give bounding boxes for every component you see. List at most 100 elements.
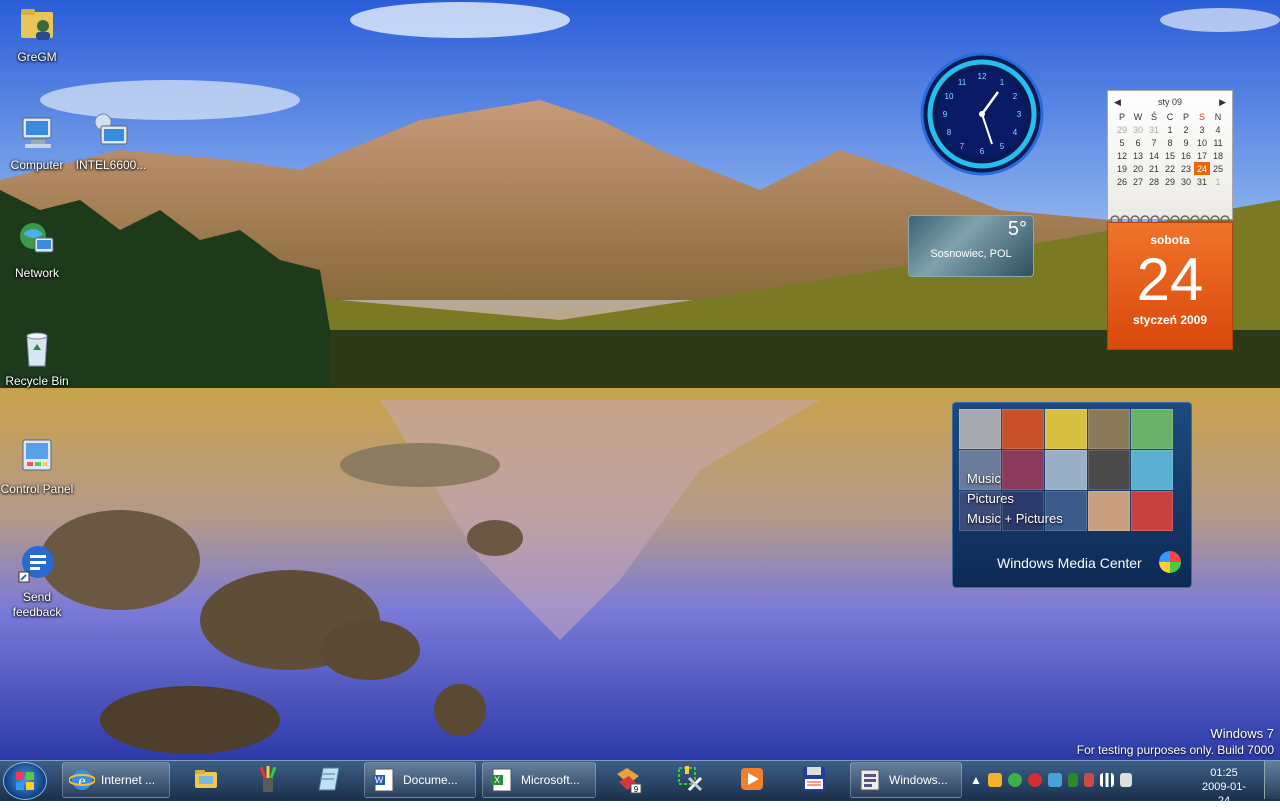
calendar-day[interactable]: 20 — [1130, 162, 1146, 175]
calendar-day[interactable]: 1 — [1162, 123, 1178, 136]
desktop-icon-control-panel[interactable]: Control Panel — [0, 436, 74, 497]
taskbar-clock[interactable]: 01:25 2009-01-24 — [1198, 766, 1250, 808]
calendar-day[interactable]: 7 — [1146, 136, 1162, 149]
media-menu-item-music[interactable]: Music — [967, 469, 1063, 489]
desktop-icon-recycle-bin[interactable]: Recycle Bin — [0, 328, 74, 389]
calendar-day[interactable]: 6 — [1130, 136, 1146, 149]
taskbar-window-label: Docume... — [403, 773, 458, 787]
calendar-day[interactable]: 4 — [1210, 123, 1226, 136]
media-menu-item-music-pictures[interactable]: Music + Pictures — [967, 509, 1063, 529]
calendar-day[interactable]: 30 — [1178, 175, 1194, 188]
desktop-icon-label: Network — [14, 266, 59, 280]
svg-text:5: 5 — [1000, 142, 1005, 151]
media-thumbnail[interactable] — [1045, 409, 1087, 449]
calendar-day[interactable]: 29 — [1114, 123, 1130, 136]
calendar-day[interactable]: 23 — [1178, 162, 1194, 175]
calendar-prev-icon[interactable]: ◀ — [1114, 97, 1121, 108]
calendar-day[interactable]: 8 — [1162, 136, 1178, 149]
calendar-day-today[interactable]: 24 — [1194, 162, 1210, 175]
signal-icon[interactable] — [1099, 773, 1114, 787]
calendar-day[interactable]: 31 — [1146, 123, 1162, 136]
watermark-os: Windows 7 — [1210, 726, 1274, 741]
calendar-day[interactable]: 11 — [1210, 136, 1226, 149]
start-button[interactable] — [3, 762, 47, 800]
calendar-day[interactable]: 1 — [1210, 175, 1226, 188]
calendar-day[interactable]: 12 — [1114, 149, 1130, 162]
svg-text:1: 1 — [1000, 78, 1005, 87]
calendar-day[interactable]: 22 — [1162, 162, 1178, 175]
taskbar-window-excel[interactable]: X Microsoft... — [482, 762, 596, 798]
svg-text:9: 9 — [943, 110, 948, 119]
calendar-next-icon[interactable]: ▶ — [1219, 97, 1226, 108]
taskbar-pinned-floppy-disk[interactable] — [788, 762, 840, 796]
battery-icon[interactable] — [1067, 773, 1078, 787]
network-users-icon[interactable] — [1047, 773, 1062, 787]
desktop-icon-send-feedback[interactable]: Send feedback — [0, 544, 74, 620]
calendar-gadget-day[interactable]: sobota 24 styczeń 2009 — [1107, 222, 1233, 350]
windows-flag-icon — [16, 772, 34, 790]
calendar-day[interactable]: 19 — [1114, 162, 1130, 175]
taskbar-pinned-explorer[interactable] — [180, 762, 232, 796]
day-number: 24 — [1136, 246, 1204, 313]
taskbar-window-word-document[interactable]: W Docume... — [364, 762, 476, 798]
desktop-icon-intel6600[interactable]: INTEL6600... — [74, 112, 148, 173]
usb-icon[interactable] — [1083, 773, 1094, 787]
calendar-day[interactable]: 26 — [1114, 175, 1130, 188]
taskbar-pinned-app-badge[interactable]: 9 — [602, 762, 654, 796]
calendar-day[interactable]: 2 — [1178, 123, 1194, 136]
media-thumbnail[interactable] — [959, 409, 1001, 449]
show-hidden-icons-icon[interactable]: ▲ — [970, 773, 982, 787]
media-thumbnail[interactable] — [1002, 409, 1044, 449]
calendar-day[interactable]: 17 — [1194, 149, 1210, 162]
volume-icon[interactable] — [1119, 773, 1132, 787]
calendar-day[interactable]: 5 — [1114, 136, 1130, 149]
month-year: styczeń 2009 — [1132, 313, 1208, 327]
skype-icon[interactable] — [1007, 773, 1022, 787]
calendar-day[interactable]: 14 — [1146, 149, 1162, 162]
calendar-day[interactable]: 18 — [1210, 149, 1226, 162]
taskbar-window-internet-explorer[interactable]: e Internet ... — [62, 762, 170, 798]
weekday-label: P — [1118, 111, 1125, 122]
media-thumbnail[interactable] — [1088, 409, 1130, 449]
messenger-icon[interactable] — [987, 773, 1002, 787]
taskbar-pinned-paint-tools[interactable] — [242, 762, 294, 796]
media-center-gadget[interactable]: Music Pictures Music + Pictures Windows … — [952, 402, 1192, 588]
media-thumbnail[interactable] — [1131, 450, 1173, 490]
media-thumbnail[interactable] — [1131, 491, 1173, 531]
svg-text:X: X — [494, 775, 500, 785]
taskbar-window-windows[interactable]: Windows... — [850, 762, 962, 798]
calendar-day[interactable]: 21 — [1146, 162, 1162, 175]
calendar-day[interactable]: 10 — [1194, 136, 1210, 149]
media-menu-item-pictures[interactable]: Pictures — [967, 489, 1063, 509]
calendar-day[interactable]: 16 — [1178, 149, 1194, 162]
calendar-gadget-month[interactable]: ◀ sty 09 ▶ P W Ś C P S N 29 30 31 1 2 3 … — [1107, 90, 1233, 220]
taskbar-pinned-notepad[interactable] — [304, 762, 356, 796]
calendar-day[interactable]: 30 — [1130, 123, 1146, 136]
calendar-day[interactable]: 31 — [1194, 175, 1210, 188]
clock-gadget[interactable]: 12 12 3 45 6 7 8 9 10 11 — [920, 52, 1044, 176]
calendar-day[interactable]: 9 — [1178, 136, 1194, 149]
desktop-icon-gregm[interactable]: GreGM — [0, 4, 74, 65]
gear-tray-icon[interactable] — [1027, 773, 1042, 787]
svg-text:8: 8 — [947, 128, 952, 137]
excel-icon: X — [491, 768, 512, 792]
network-computer-icon — [94, 113, 128, 145]
calendar-day[interactable]: 28 — [1146, 175, 1162, 188]
calendar-day[interactable]: 29 — [1162, 175, 1178, 188]
calendar-day[interactable]: 15 — [1162, 149, 1178, 162]
calendar-day[interactable]: 13 — [1130, 149, 1146, 162]
media-thumbnail[interactable] — [1088, 491, 1130, 531]
media-thumbnail[interactable] — [1088, 450, 1130, 490]
calendar-day[interactable]: 27 — [1130, 175, 1146, 188]
desktop-icon-computer[interactable]: Computer — [0, 112, 74, 173]
desktop-icon-network[interactable]: Network — [0, 220, 74, 281]
weather-gadget[interactable]: 5° Sosnowiec, POL — [908, 215, 1034, 277]
calendar-day[interactable]: 3 — [1194, 123, 1210, 136]
weekday-label: W — [1133, 111, 1143, 122]
show-desktop-button[interactable] — [1264, 761, 1280, 799]
calendar-day[interactable]: 25 — [1210, 162, 1226, 175]
taskbar-pinned-tools[interactable] — [664, 762, 716, 796]
media-thumbnail[interactable] — [1131, 409, 1173, 449]
taskbar-pinned-media-player[interactable] — [726, 762, 778, 796]
svg-text:2: 2 — [1013, 92, 1018, 101]
